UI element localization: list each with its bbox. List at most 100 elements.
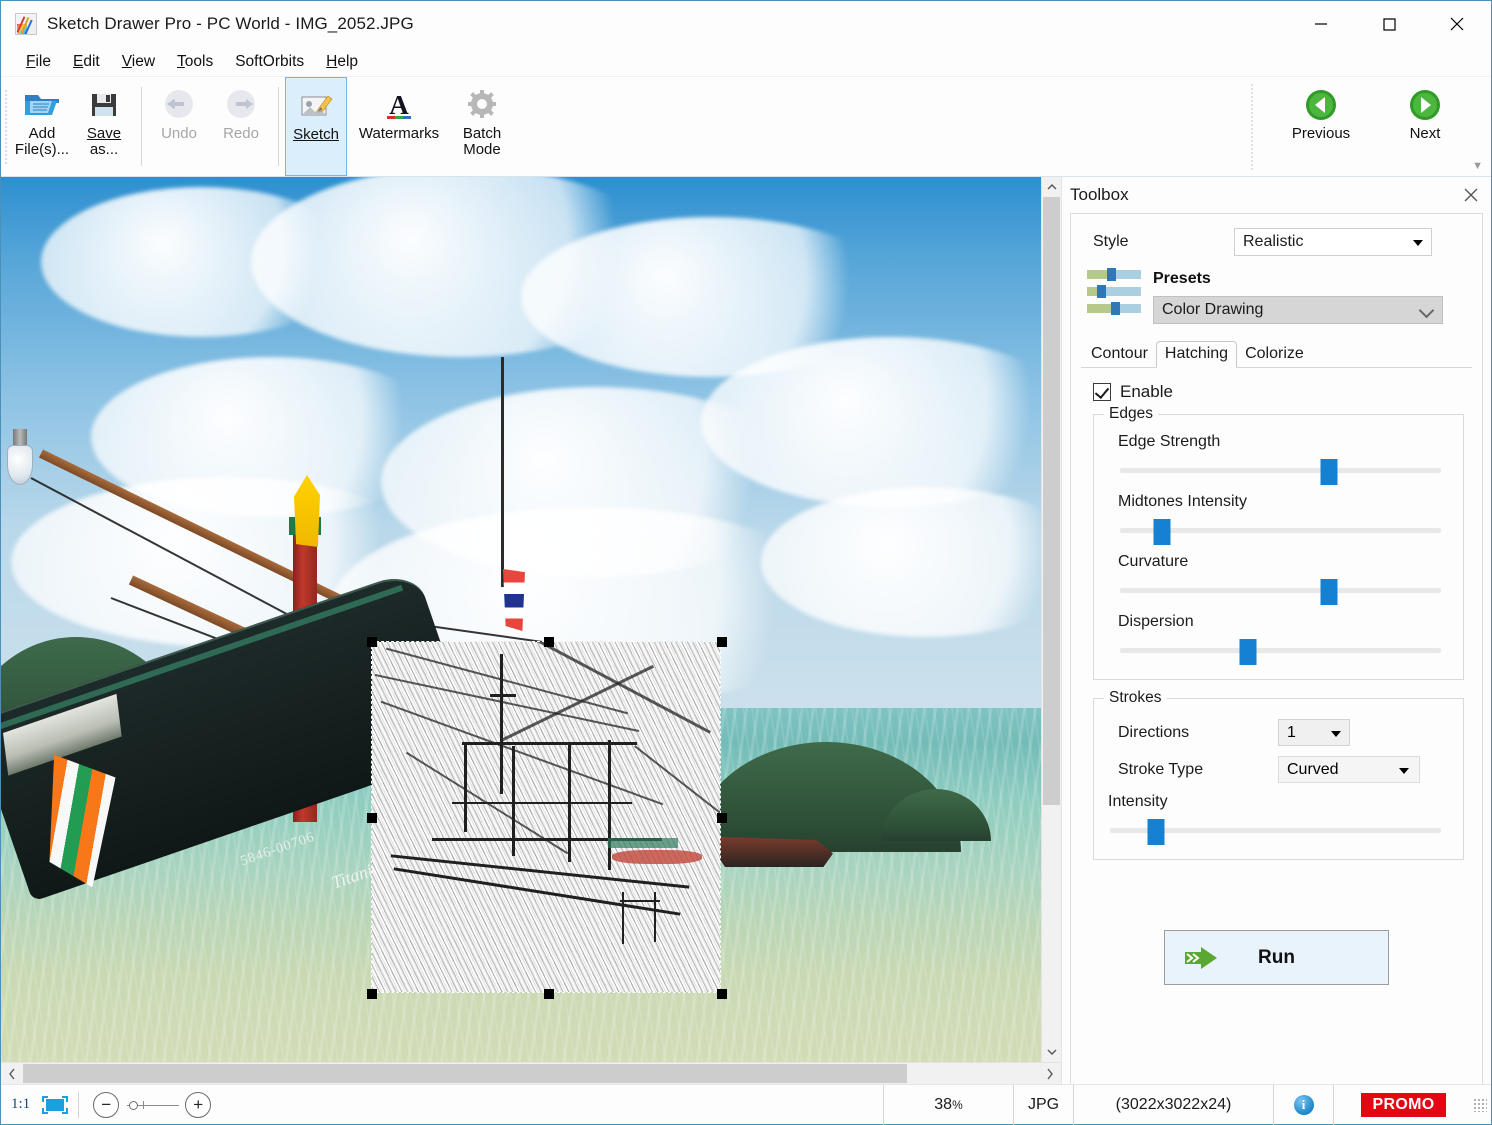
- midtones-intensity-slider[interactable]: [1120, 517, 1441, 543]
- menu-view[interactable]: View: [111, 51, 166, 73]
- stroke-type-dropdown[interactable]: Curved: [1278, 756, 1420, 783]
- menu-file[interactable]: File: [15, 51, 62, 73]
- menu-tools[interactable]: Tools: [166, 51, 224, 73]
- selection-handle-ne[interactable]: [717, 637, 727, 647]
- edges-title: Edges: [1104, 405, 1158, 423]
- selection-handle-sw[interactable]: [367, 989, 377, 999]
- batch-mode-button[interactable]: Batch Mode: [451, 77, 513, 176]
- curvature-slider[interactable]: [1120, 577, 1441, 603]
- window-title: Sketch Drawer Pro - PC World - IMG_2052.…: [47, 14, 414, 34]
- previous-arrow-icon: [1304, 85, 1338, 125]
- slider-thumb[interactable]: [1148, 819, 1165, 845]
- run-button[interactable]: Run: [1164, 930, 1389, 985]
- add-files-label-1: Add: [29, 125, 56, 142]
- previous-button[interactable]: Previous: [1269, 77, 1373, 177]
- intensity-label: Intensity: [1108, 793, 1449, 811]
- toolbar-expander-icon[interactable]: ▼: [1472, 160, 1483, 172]
- save-as-button[interactable]: Save as...: [73, 77, 135, 176]
- toolbar-group-history: Undo Redo: [148, 77, 272, 176]
- directions-dropdown[interactable]: 1: [1278, 719, 1350, 746]
- antenna: [501, 357, 504, 587]
- image-canvas[interactable]: 5846-00706 Titanic: [1, 177, 1041, 1062]
- directions-label: Directions: [1118, 724, 1278, 742]
- toolbar-divider-2: [278, 87, 279, 166]
- stroke-type-row: Stroke Type Curved: [1118, 756, 1449, 783]
- canvas-vertical-scrollbar[interactable]: [1041, 177, 1061, 1062]
- fit-to-window-icon[interactable]: [40, 1095, 70, 1115]
- vertical-scroll-track[interactable]: [1042, 197, 1061, 1042]
- image-dimensions-cell: (3022x3022x24): [1073, 1085, 1273, 1125]
- zoom-out-button[interactable]: −: [93, 1092, 119, 1118]
- undo-button[interactable]: Undo: [148, 77, 210, 176]
- strokes-title: Strokes: [1104, 689, 1167, 707]
- menu-edit[interactable]: Edit: [62, 51, 111, 73]
- promo-cell[interactable]: PROMO: [1333, 1085, 1473, 1125]
- edges-group: Edges Edge Strength Midtones Intensity C…: [1093, 414, 1464, 680]
- next-button[interactable]: Next: [1373, 77, 1477, 177]
- file-format-cell: JPG: [1013, 1085, 1073, 1125]
- menu-softorbits[interactable]: SoftOrbits: [224, 51, 315, 73]
- slider-thumb[interactable]: [1153, 519, 1170, 545]
- tab-underline: [1081, 367, 1472, 368]
- tab-contour[interactable]: Contour: [1083, 342, 1156, 367]
- scroll-left-icon[interactable]: [1, 1063, 23, 1084]
- status-bar: 1:1 − + 38% JPG (3022x3022x24) i PROMO: [1, 1084, 1491, 1124]
- selection-handle-n[interactable]: [544, 637, 554, 647]
- redo-button[interactable]: Redo: [210, 77, 272, 176]
- presets-value: Color Drawing: [1162, 301, 1263, 319]
- image-area: 5846-00706 Titanic: [1, 177, 1061, 1084]
- info-cell[interactable]: i: [1273, 1085, 1333, 1125]
- horizontal-scroll-track[interactable]: [23, 1063, 1039, 1084]
- slider-thumb[interactable]: [1320, 579, 1337, 605]
- scroll-down-icon[interactable]: [1042, 1042, 1061, 1062]
- sketch-pencil-icon: [297, 86, 335, 126]
- selection-handle-nw[interactable]: [367, 637, 377, 647]
- toolbox-close-icon[interactable]: [1461, 185, 1481, 205]
- resize-grip-icon[interactable]: [1473, 1098, 1487, 1112]
- horizontal-scroll-thumb[interactable]: [23, 1064, 907, 1083]
- info-icon[interactable]: i: [1294, 1095, 1314, 1115]
- tab-hatching[interactable]: Hatching: [1156, 341, 1237, 368]
- scroll-up-icon[interactable]: [1042, 177, 1061, 197]
- zoom-knob[interactable]: [129, 1101, 138, 1110]
- zoom-in-button[interactable]: +: [185, 1092, 211, 1118]
- app-logo-icon: [15, 13, 37, 35]
- selection-handle-e[interactable]: [717, 813, 727, 823]
- chevron-down-icon: [1419, 303, 1435, 319]
- watermarks-label: Watermarks: [359, 126, 439, 142]
- minimize-icon[interactable]: [1287, 1, 1355, 47]
- slider-thumb[interactable]: [1240, 639, 1257, 665]
- selection-handle-se[interactable]: [717, 989, 727, 999]
- style-dropdown[interactable]: Realistic: [1234, 228, 1432, 256]
- midtones-intensity-label: Midtones Intensity: [1118, 493, 1449, 511]
- slider-thumb[interactable]: [1320, 459, 1337, 485]
- sketch-preview-selection[interactable]: [371, 641, 721, 993]
- edge-strength-label: Edge Strength: [1118, 433, 1449, 451]
- title-bar: Sketch Drawer Pro - PC World - IMG_2052.…: [1, 1, 1491, 47]
- promo-badge[interactable]: PROMO: [1361, 1093, 1447, 1117]
- sketch-button[interactable]: Sketch: [285, 77, 347, 176]
- tab-colorize[interactable]: Colorize: [1237, 342, 1312, 367]
- zoom-slider[interactable]: − +: [93, 1089, 211, 1121]
- selection-handle-s[interactable]: [544, 989, 554, 999]
- vertical-scroll-thumb[interactable]: [1043, 197, 1060, 805]
- maximize-icon[interactable]: [1355, 1, 1423, 47]
- presets-dropdown[interactable]: Color Drawing: [1153, 296, 1443, 324]
- toolbox-content: Style Realistic: [1070, 213, 1483, 1084]
- light-bulb: [7, 445, 33, 485]
- enable-checkbox-row[interactable]: Enable: [1071, 382, 1482, 402]
- close-icon[interactable]: [1423, 1, 1491, 47]
- enable-checkbox[interactable]: [1093, 383, 1111, 401]
- selection-handle-w[interactable]: [367, 813, 377, 823]
- canvas-horizontal-scrollbar[interactable]: [1, 1062, 1061, 1084]
- slider-track: [1120, 468, 1441, 473]
- intensity-slider[interactable]: [1110, 817, 1441, 843]
- dispersion-slider[interactable]: [1120, 637, 1441, 663]
- edge-strength-slider[interactable]: [1120, 457, 1441, 483]
- zoom-tick: [143, 1101, 144, 1109]
- toolbar-group-effects: Sketch A Watermarks: [285, 77, 513, 176]
- add-files-button[interactable]: Add File(s)...: [11, 77, 73, 176]
- scroll-right-icon[interactable]: [1039, 1063, 1061, 1084]
- watermarks-button[interactable]: A Watermarks: [347, 77, 451, 176]
- menu-help[interactable]: Help: [315, 51, 369, 73]
